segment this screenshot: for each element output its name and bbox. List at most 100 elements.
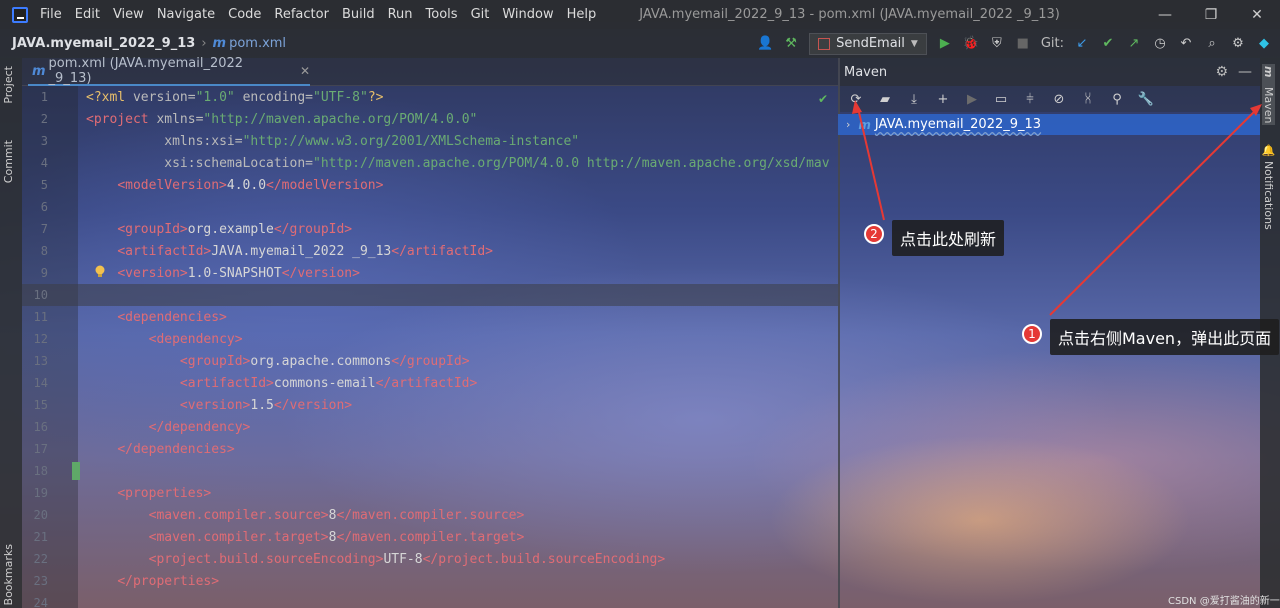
line-number: 12 bbox=[33, 332, 48, 346]
menu-build[interactable]: Build bbox=[342, 7, 375, 22]
menu-edit[interactable]: Edit bbox=[75, 7, 100, 22]
code-line: 15 <version>1.5</version> bbox=[22, 394, 838, 416]
code-line: 20 <maven.compiler.source>8</maven.compi… bbox=[22, 504, 838, 526]
editor-tab-label: pom.xml (JAVA.myemail_2022 _9_13) bbox=[48, 56, 244, 86]
reload-icon[interactable]: ⟳ bbox=[846, 89, 866, 109]
menu-help[interactable]: Help bbox=[567, 7, 597, 22]
download-icon[interactable]: ⤓ bbox=[904, 89, 924, 109]
line-number: 23 bbox=[33, 574, 48, 588]
annotation-callout-maven: 点击右侧Maven，弹出此页面 bbox=[1050, 319, 1280, 355]
tool-tab-notifications[interactable]: 🔔 Notifications bbox=[1262, 144, 1275, 230]
line-number: 10 bbox=[33, 288, 48, 302]
line-number: 2 bbox=[40, 112, 48, 126]
show-dependencies-icon[interactable]: ⚲ bbox=[1107, 89, 1127, 109]
skip-tests-icon[interactable]: ⊘ bbox=[1049, 89, 1069, 109]
code-line: 13 <groupId>org.apache.commons</groupId> bbox=[22, 350, 838, 372]
code-line: 6 bbox=[22, 196, 838, 218]
line-number: 4 bbox=[40, 156, 48, 170]
line-number: 5 bbox=[40, 178, 48, 192]
inspection-ok-icon[interactable]: ✔ bbox=[818, 92, 828, 106]
code-line: 11 <dependencies> bbox=[22, 306, 838, 328]
menu-window[interactable]: Window bbox=[502, 7, 553, 22]
run-configuration-select[interactable]: SendEmail ▼ bbox=[809, 32, 927, 55]
run-goal-icon[interactable]: ▶ bbox=[962, 89, 982, 109]
code-line: 5 <modelVersion>4.0.0</modelVersion> bbox=[22, 174, 838, 196]
jetbrains-toolbox-icon[interactable]: ◆ bbox=[1256, 36, 1272, 52]
menu-navigate[interactable]: Navigate bbox=[157, 7, 215, 22]
git-push-icon[interactable]: ↗ bbox=[1126, 36, 1142, 52]
line-number: 3 bbox=[40, 134, 48, 148]
maven-project-tree-item[interactable]: › m JAVA.myemail_2022_9_13 bbox=[838, 114, 1260, 135]
maven-file-icon: m bbox=[1262, 66, 1275, 78]
toggle-offline-icon[interactable]: ⫩ bbox=[1020, 89, 1040, 109]
user-icon[interactable]: 👤 bbox=[757, 36, 773, 52]
chevron-down-icon: ▼ bbox=[910, 38, 918, 49]
menu-file[interactable]: File bbox=[40, 7, 62, 22]
close-icon[interactable]: ✕ bbox=[1234, 7, 1280, 23]
maven-toolbar: ⟳ ▰ ⤓ + ▶ ▭ ⫩ ⊘ ⩆ ⚲ 🔧 bbox=[840, 86, 1260, 112]
editor-tab-pom[interactable]: m pom.xml (JAVA.myemail_2022 _9_13) ✕ bbox=[28, 56, 310, 86]
stop-icon[interactable]: ■ bbox=[1015, 36, 1031, 52]
line-number: 21 bbox=[33, 530, 48, 544]
code-line: 1 <?xml version="1.0" encoding="UTF-8"?> bbox=[22, 86, 838, 108]
git-update-icon[interactable]: ↙ bbox=[1074, 36, 1090, 52]
code-line: 19 <properties> bbox=[22, 482, 838, 504]
menu-tools[interactable]: Tools bbox=[426, 7, 458, 22]
git-label: Git: bbox=[1040, 36, 1064, 51]
settings-gear-icon[interactable]: ⚙ bbox=[1215, 64, 1228, 80]
tool-tab-commit[interactable]: Commit bbox=[2, 140, 15, 183]
chevron-right-icon[interactable]: › bbox=[846, 118, 850, 131]
maven-project-label: JAVA.myemail_2022_9_13 bbox=[874, 117, 1042, 132]
maven-settings-wrench-icon[interactable]: 🔧 bbox=[1136, 89, 1156, 109]
intellij-logo-icon bbox=[12, 6, 28, 23]
history-icon[interactable]: ◷ bbox=[1152, 36, 1168, 52]
tool-tab-project[interactable]: Project bbox=[2, 66, 15, 104]
run-config-icon bbox=[818, 37, 831, 50]
git-commit-icon[interactable]: ✔ bbox=[1100, 36, 1116, 52]
search-icon[interactable]: ⌕ bbox=[1204, 36, 1220, 52]
run-config-label: SendEmail bbox=[836, 36, 905, 51]
code-line: 17 </dependencies> bbox=[22, 438, 838, 460]
editor-tab-bar: m pom.xml (JAVA.myemail_2022 _9_13) ✕ bbox=[22, 56, 838, 86]
maven-panel-title: Maven bbox=[844, 64, 888, 80]
line-number: 19 bbox=[33, 486, 48, 500]
maven-header-actions: ⚙ — bbox=[1215, 64, 1260, 80]
add-project-icon[interactable]: + bbox=[933, 89, 953, 109]
line-number: 14 bbox=[33, 376, 48, 390]
tab-close-icon[interactable]: ✕ bbox=[300, 64, 310, 78]
code-editor[interactable]: 1 <?xml version="1.0" encoding="UTF-8"?> … bbox=[22, 86, 838, 608]
menu-view[interactable]: View bbox=[113, 7, 144, 22]
lightbulb-icon[interactable] bbox=[94, 265, 106, 279]
annotation-badge-1: 1 bbox=[1022, 324, 1042, 344]
settings-gear-icon[interactable]: ⚙ bbox=[1230, 36, 1246, 52]
run-icon[interactable]: ▶ bbox=[937, 36, 953, 52]
debug-icon[interactable]: 🐞 bbox=[963, 36, 979, 52]
code-line: 9 <version>1.0-SNAPSHOT</version> bbox=[22, 262, 838, 284]
coverage-icon[interactable]: ⛨ bbox=[989, 36, 1005, 52]
line-number: 16 bbox=[33, 420, 48, 434]
maven-project-icon: m bbox=[858, 117, 871, 132]
generate-sources-icon[interactable]: ▰ bbox=[875, 89, 895, 109]
minimize-icon[interactable]: — bbox=[1142, 7, 1188, 23]
tool-tab-bookmarks[interactable]: Bookmarks bbox=[2, 544, 15, 605]
menu-git[interactable]: Git bbox=[471, 7, 490, 22]
breadcrumb-file[interactable]: pom.xml bbox=[229, 36, 286, 51]
restore-icon[interactable]: ❐ bbox=[1188, 7, 1234, 23]
code-line: 8 <artifactId>JAVA.myemail_2022 _9_13</a… bbox=[22, 240, 838, 262]
breadcrumb-project[interactable]: JAVA.myemail_2022_9_13 bbox=[12, 36, 195, 51]
hide-panel-icon[interactable]: — bbox=[1238, 64, 1252, 80]
build-hammer-icon[interactable]: ⚒ bbox=[783, 36, 799, 52]
menu-bar: File Edit View Navigate Code Refactor Bu… bbox=[0, 0, 1280, 29]
editor-splitter[interactable] bbox=[838, 58, 840, 608]
menu-refactor[interactable]: Refactor bbox=[274, 7, 329, 22]
execute-goal-icon[interactable]: ▭ bbox=[991, 89, 1011, 109]
code-line: 7 <groupId>org.example</groupId> bbox=[22, 218, 838, 240]
menu-code[interactable]: Code bbox=[228, 7, 261, 22]
rollback-icon[interactable]: ↶ bbox=[1178, 36, 1194, 52]
collapse-all-icon[interactable]: ⩆ bbox=[1078, 89, 1098, 109]
menu-run[interactable]: Run bbox=[388, 7, 413, 22]
line-number: 22 bbox=[33, 552, 48, 566]
code-line: 16 </dependency> bbox=[22, 416, 838, 438]
tool-tab-maven[interactable]: m Maven bbox=[1262, 64, 1275, 126]
bell-icon: 🔔 bbox=[1262, 144, 1275, 158]
